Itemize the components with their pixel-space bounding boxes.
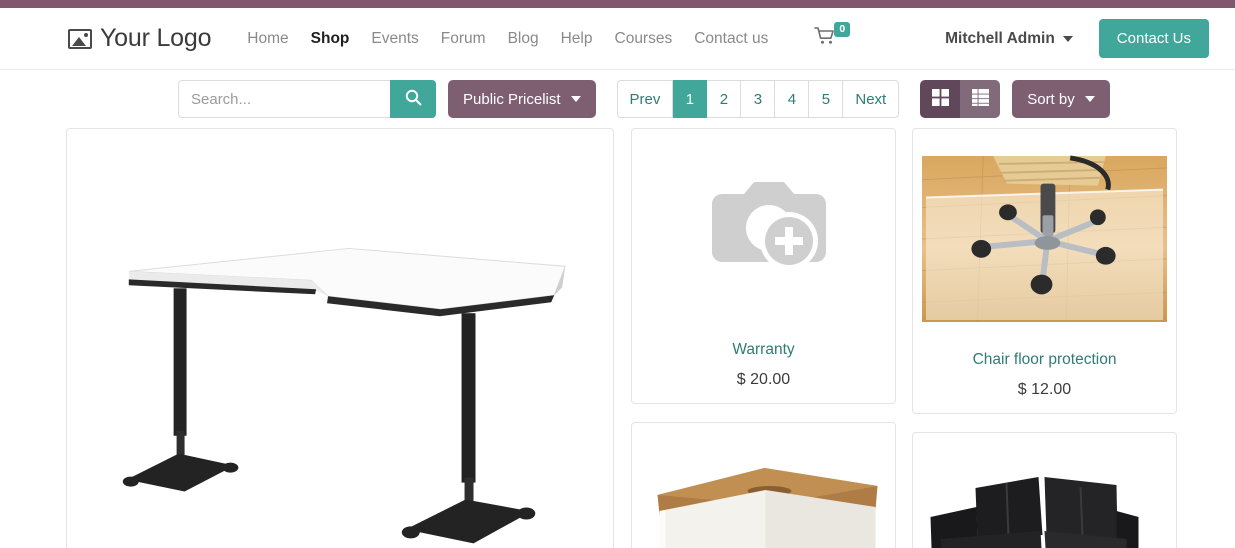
- nav-item-contact-us[interactable]: Contact us: [694, 30, 768, 48]
- user-name: Mitchell Admin: [945, 29, 1055, 47]
- pagination-page-5[interactable]: 5: [809, 80, 844, 118]
- product-name-link[interactable]: Warranty: [640, 339, 887, 361]
- pagination-page-1[interactable]: 1: [673, 80, 708, 118]
- image-placeholder-icon: [68, 28, 92, 49]
- chevron-down-icon: [1062, 35, 1073, 42]
- cart-button[interactable]: 0: [814, 21, 851, 45]
- shop-toolbar: Public Pricelist Prev 1 2 3 4 5 Next: [0, 70, 1235, 128]
- user-menu[interactable]: Mitchell Admin: [945, 30, 1073, 48]
- chevron-down-icon: [1084, 96, 1095, 102]
- product-card-sofa[interactable]: [912, 432, 1177, 548]
- view-mode-toggle: [920, 80, 1001, 118]
- product-image: [922, 155, 1167, 322]
- nav-item-forum[interactable]: Forum: [441, 30, 486, 48]
- search-icon: [405, 89, 422, 109]
- product-thumbnail: [632, 423, 895, 548]
- product-card-warranty[interactable]: Warranty $ 20.00: [631, 128, 896, 404]
- pagination-page-2[interactable]: 2: [707, 80, 742, 118]
- product-info: Chair floor protection $ 12.00: [913, 339, 1176, 413]
- shopping-cart-icon: [814, 26, 836, 45]
- product-price: $ 12.00: [1017, 381, 1072, 398]
- sort-by-dropdown[interactable]: Sort by: [1012, 80, 1110, 118]
- pagination-page-3[interactable]: 3: [741, 80, 776, 118]
- search-group: [178, 80, 436, 118]
- chevron-down-icon: [570, 96, 581, 102]
- nav-item-courses[interactable]: Courses: [615, 30, 673, 48]
- product-card-featured[interactable]: [66, 128, 614, 548]
- product-image: [641, 432, 886, 548]
- product-grid: Warranty $ 20.00 Chair floor protection …: [0, 128, 1235, 548]
- product-column-1: Warranty $ 20.00: [631, 128, 896, 548]
- grid-view-icon: [931, 89, 949, 109]
- pagination-next[interactable]: Next: [843, 80, 900, 118]
- side-product-columns: Warranty $ 20.00 Chair floor protection …: [631, 128, 1177, 548]
- nav-item-blog[interactable]: Blog: [508, 30, 539, 48]
- brand-logo[interactable]: Your Logo: [68, 24, 211, 53]
- product-thumbnail: [632, 129, 895, 329]
- placeholder-camera-add-icon: [711, 182, 826, 270]
- pagination-page-4[interactable]: 4: [775, 80, 810, 118]
- main-navigation: Home Shop Events Forum Blog Help Courses…: [247, 21, 851, 48]
- product-thumbnail: [913, 129, 1176, 339]
- product-image: [922, 442, 1167, 548]
- pricelist-dropdown[interactable]: Public Pricelist: [448, 80, 596, 118]
- nav-item-help[interactable]: Help: [561, 30, 593, 48]
- grid-view-button[interactable]: [920, 80, 961, 118]
- search-input[interactable]: [178, 80, 390, 118]
- contact-us-button[interactable]: Contact Us: [1098, 19, 1209, 58]
- nav-item-home[interactable]: Home: [247, 30, 288, 48]
- featured-product-column: [66, 128, 614, 548]
- list-view-icon: [971, 89, 989, 109]
- nav-item-events[interactable]: Events: [371, 30, 418, 48]
- product-card-chair-floor-protection[interactable]: Chair floor protection $ 12.00: [912, 128, 1177, 414]
- brand-name: Your Logo: [100, 24, 212, 52]
- product-name-link[interactable]: Chair floor protection: [921, 349, 1168, 371]
- list-view-button[interactable]: [960, 80, 1001, 118]
- pagination: Prev 1 2 3 4 5 Next: [616, 80, 900, 118]
- product-card-storage-bench[interactable]: [631, 422, 896, 548]
- pricelist-label: Public Pricelist: [463, 90, 561, 108]
- product-thumbnail: [913, 433, 1176, 548]
- product-info: Warranty $ 20.00: [632, 329, 895, 403]
- product-price: $ 20.00: [736, 371, 791, 388]
- header-right-section: Mitchell Admin Contact Us: [945, 19, 1209, 58]
- pagination-prev[interactable]: Prev: [616, 80, 674, 118]
- nav-item-shop[interactable]: Shop: [311, 30, 350, 48]
- cart-count-badge: 0: [834, 21, 851, 37]
- featured-product-image: [67, 148, 613, 548]
- site-header: Your Logo Home Shop Events Forum Blog He…: [0, 8, 1235, 70]
- product-column-2: Chair floor protection $ 12.00: [912, 128, 1177, 548]
- sort-by-label: Sort by: [1027, 90, 1075, 108]
- search-button[interactable]: [390, 80, 436, 118]
- top-accent-bar: [0, 0, 1235, 8]
